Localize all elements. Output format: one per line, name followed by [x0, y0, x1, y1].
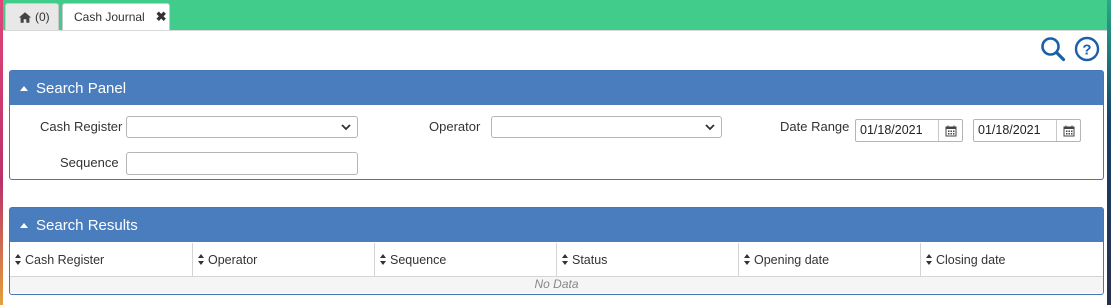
column-label: Opening date	[754, 252, 830, 267]
date-to-value: 01/18/2021	[978, 123, 1041, 137]
date-from-value: 01/18/2021	[860, 123, 923, 137]
close-icon[interactable]: ✖	[156, 9, 167, 25]
date-from-field[interactable]: 01/18/2021	[855, 119, 963, 142]
window-edge-right	[1107, 0, 1111, 305]
chevron-down-icon	[341, 124, 351, 131]
search-results-header[interactable]: Search Results	[10, 208, 1103, 242]
sequence-label: Sequence	[60, 155, 119, 170]
column-label: Sequence	[390, 252, 447, 267]
tab-home[interactable]: (0)	[5, 3, 59, 30]
search-panel: Search Panel Cash Register Operator Date…	[9, 70, 1104, 180]
sort-icon	[198, 254, 205, 265]
sort-icon	[926, 254, 933, 265]
search-panel-title: Search Panel	[36, 79, 127, 97]
tab-cash-journal[interactable]: Cash Journal ✖	[62, 3, 170, 30]
svg-text:?: ?	[1082, 42, 1091, 59]
calendar-icon[interactable]	[938, 120, 962, 141]
operator-select[interactable]	[491, 116, 722, 138]
sort-icon	[380, 254, 387, 265]
date-range-label: Date Range	[780, 119, 850, 134]
column-operator[interactable]: Operator	[193, 243, 375, 276]
main-content: ? Search Panel Cash Register Operator Da…	[3, 30, 1107, 305]
sequence-input[interactable]	[126, 152, 358, 175]
search-results-title: Search Results	[36, 216, 138, 234]
search-icon[interactable]	[1040, 36, 1066, 62]
cash-register-label: Cash Register	[40, 119, 123, 134]
toolbar-divider	[3, 30, 1107, 31]
column-opening-date[interactable]: Opening date	[739, 243, 921, 276]
collapse-caret-icon[interactable]	[20, 223, 28, 228]
column-label: Cash Register	[25, 252, 105, 267]
search-panel-header[interactable]: Search Panel	[10, 71, 1103, 105]
search-results-panel: Search Results Cash Register Operator Se…	[9, 207, 1104, 295]
collapse-caret-icon[interactable]	[20, 86, 28, 91]
cash-register-select[interactable]	[126, 116, 358, 138]
sort-icon	[744, 254, 751, 265]
column-status[interactable]: Status	[557, 243, 739, 276]
column-sequence[interactable]: Sequence	[375, 243, 557, 276]
no-data-message: No Data	[10, 277, 1103, 293]
date-to-field[interactable]: 01/18/2021	[973, 119, 1081, 142]
calendar-icon[interactable]	[1056, 120, 1080, 141]
column-label: Closing date	[936, 252, 1006, 267]
sort-icon	[562, 254, 569, 265]
column-label: Operator	[208, 252, 258, 267]
tab-bar: (0) Cash Journal ✖	[3, 0, 1107, 30]
tab-cash-journal-label: Cash Journal	[74, 10, 145, 24]
sort-icon	[15, 254, 22, 265]
tab-home-label: (0)	[35, 10, 50, 24]
chevron-down-icon	[705, 124, 715, 131]
results-table-header: Cash Register Operator Sequence Status O…	[10, 243, 1103, 277]
column-label: Status	[572, 252, 608, 267]
operator-label: Operator	[429, 119, 481, 134]
help-icon[interactable]: ?	[1074, 36, 1100, 62]
column-cash-register[interactable]: Cash Register	[10, 243, 193, 276]
column-closing-date[interactable]: Closing date	[921, 243, 1103, 276]
home-icon	[18, 11, 32, 23]
